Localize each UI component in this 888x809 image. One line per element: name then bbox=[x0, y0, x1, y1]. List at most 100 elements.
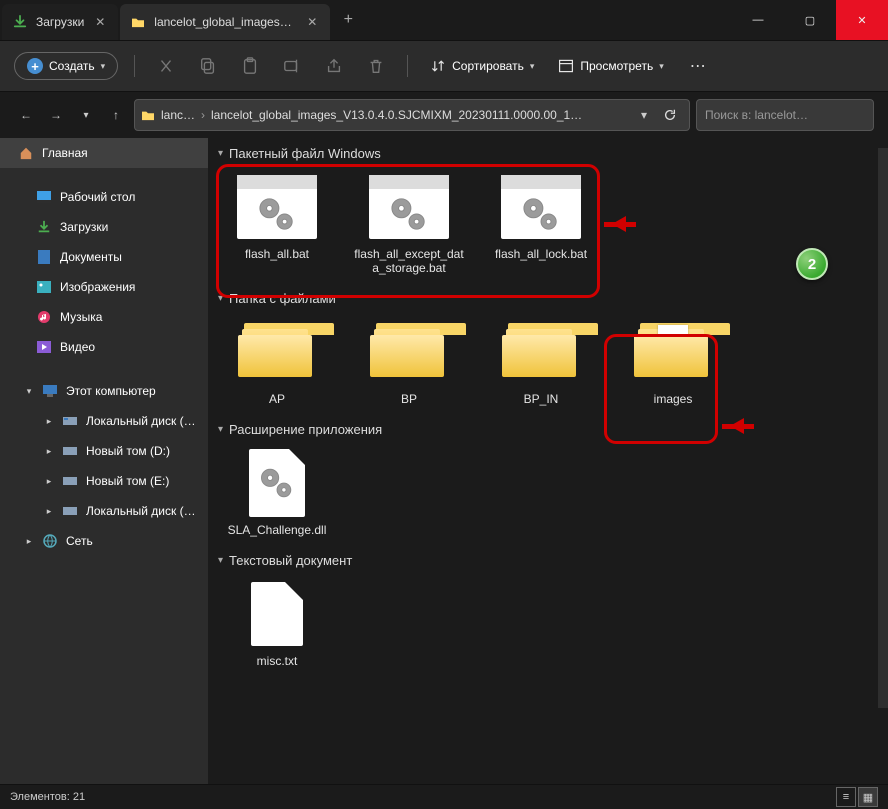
sidebar-item-documents[interactable]: Документы bbox=[0, 242, 208, 272]
sidebar-item-label: Главная bbox=[42, 146, 196, 160]
add-tab-button[interactable]: + bbox=[330, 11, 366, 29]
view-button[interactable]: Просмотреть ▾ bbox=[552, 54, 669, 78]
cut-icon[interactable] bbox=[151, 51, 181, 81]
more-button[interactable]: ⋯ bbox=[682, 52, 714, 80]
view-large-button[interactable]: ▦ bbox=[858, 787, 878, 807]
pc-icon bbox=[42, 383, 58, 399]
sidebar-item-drive-d[interactable]: ▸ Новый том (D:) bbox=[0, 436, 208, 466]
folder-icon bbox=[130, 14, 146, 30]
status-bar: Элементов: 21 ≡ ▦ bbox=[0, 784, 888, 809]
group-grid-txt: misc.txt bbox=[208, 576, 888, 676]
maximize-button[interactable]: ▢ bbox=[784, 0, 836, 40]
paste-icon[interactable] bbox=[235, 51, 265, 81]
chevron-down-icon: ▾ bbox=[659, 61, 664, 72]
file-item-bat[interactable]: flash_all.bat bbox=[216, 169, 338, 283]
sidebar-item-label: Загрузки bbox=[60, 220, 196, 234]
sidebar-item-drive-c[interactable]: ▸ Локальный диск (C:) bbox=[0, 406, 208, 436]
file-item-bat[interactable]: flash_all_lock.bat bbox=[480, 169, 602, 283]
sidebar-item-network[interactable]: ▸ Сеть bbox=[0, 526, 208, 556]
file-name: AP bbox=[269, 392, 285, 406]
create-button[interactable]: + Создать ▾ bbox=[14, 52, 118, 80]
sidebar-item-this-pc[interactable]: ▾ Этот компьютер bbox=[0, 376, 208, 406]
group-header-bat[interactable]: ▾ Пакетный файл Windows bbox=[208, 138, 888, 169]
chevron-down-icon: ▾ bbox=[218, 293, 223, 304]
chevron-down-icon: ▾ bbox=[530, 61, 535, 72]
sidebar-item-home[interactable]: Главная bbox=[0, 138, 208, 168]
file-item-bat[interactable]: flash_all_except_data_storage.bat bbox=[348, 169, 470, 283]
sidebar-item-music[interactable]: Музыка bbox=[0, 302, 208, 332]
annotation-arrow bbox=[604, 216, 650, 232]
sidebar: Главная Рабочий стол Загрузки Документы bbox=[0, 138, 208, 784]
file-item-dll[interactable]: SLA_Challenge.dll bbox=[216, 445, 338, 545]
toolbar: + Создать ▾ Сортировать ▾ Просмотреть ▾ … bbox=[0, 40, 888, 92]
group-header-dll[interactable]: ▾ Расширение приложения bbox=[208, 414, 888, 445]
folder-item-bp[interactable]: BP bbox=[348, 314, 470, 414]
sidebar-item-downloads[interactable]: Загрузки bbox=[0, 212, 208, 242]
close-button[interactable]: ✕ bbox=[836, 0, 888, 40]
chevron-right-icon[interactable]: ▸ bbox=[44, 476, 54, 487]
sidebar-item-label: Локальный диск (C:) bbox=[86, 414, 196, 428]
pictures-icon bbox=[36, 279, 52, 295]
chevron-down-icon[interactable]: ▾ bbox=[74, 103, 98, 127]
delete-icon[interactable] bbox=[361, 51, 391, 81]
file-txt-icon bbox=[251, 582, 303, 646]
file-name: BP bbox=[401, 392, 417, 406]
folder-item-ap[interactable]: AP bbox=[216, 314, 338, 414]
rename-icon[interactable] bbox=[277, 51, 307, 81]
folder-item-bpin[interactable]: BP_IN bbox=[480, 314, 602, 414]
video-icon bbox=[36, 339, 52, 355]
group-header-folder[interactable]: ▾ Папка с файлами bbox=[208, 283, 888, 314]
sidebar-item-drive-e[interactable]: ▸ Новый том (E:) bbox=[0, 466, 208, 496]
sidebar-item-drive-f[interactable]: ▸ Локальный диск (F:) bbox=[0, 496, 208, 526]
annotation-badge: 2 bbox=[796, 248, 828, 280]
group-grid-folder: AP BP BP_IN images bbox=[208, 314, 888, 414]
chevron-down-icon[interactable]: ▾ bbox=[24, 386, 34, 397]
breadcrumb-root[interactable]: lanc… bbox=[155, 108, 201, 122]
search-input[interactable] bbox=[696, 99, 874, 131]
chevron-down-icon: ▾ bbox=[218, 148, 223, 159]
folder-icon bbox=[370, 323, 448, 381]
file-name: BP_IN bbox=[524, 392, 559, 406]
refresh-button[interactable] bbox=[657, 108, 683, 122]
chevron-right-icon[interactable]: ▸ bbox=[44, 416, 54, 427]
sidebar-item-label: Новый том (D:) bbox=[86, 444, 196, 458]
minimize-button[interactable]: — bbox=[732, 0, 784, 40]
sidebar-item-pictures[interactable]: Изображения bbox=[0, 272, 208, 302]
file-name: flash_all_lock.bat bbox=[495, 247, 587, 261]
desktop-icon bbox=[36, 189, 52, 205]
chevron-down-icon: ▾ bbox=[218, 424, 223, 435]
chevron-right-icon[interactable]: ▸ bbox=[24, 536, 34, 547]
status-count: Элементов: 21 bbox=[10, 791, 85, 803]
home-icon bbox=[18, 145, 34, 161]
scrollbar[interactable] bbox=[878, 148, 888, 708]
sidebar-item-label: Рабочий стол bbox=[60, 190, 196, 204]
sidebar-item-video[interactable]: Видео bbox=[0, 332, 208, 362]
copy-icon[interactable] bbox=[193, 51, 223, 81]
share-icon[interactable] bbox=[319, 51, 349, 81]
group-grid-bat: flash_all.bat flash_all_except_data_stor… bbox=[208, 169, 888, 283]
close-icon[interactable]: ✕ bbox=[92, 14, 108, 30]
chevron-right-icon[interactable]: ▸ bbox=[44, 446, 54, 457]
tab-label: Загрузки bbox=[36, 15, 84, 29]
view-label: Просмотреть bbox=[580, 59, 653, 73]
back-button[interactable]: ← bbox=[14, 103, 38, 127]
folder-item-images[interactable]: images bbox=[612, 314, 734, 414]
tab-downloads[interactable]: Загрузки ✕ bbox=[2, 4, 118, 40]
group-header-txt[interactable]: ▾ Текстовый документ bbox=[208, 545, 888, 576]
chevron-right-icon[interactable]: ▸ bbox=[44, 506, 54, 517]
sidebar-item-desktop[interactable]: Рабочий стол bbox=[0, 182, 208, 212]
file-item-txt[interactable]: misc.txt bbox=[216, 576, 338, 676]
chevron-down-icon[interactable]: ▾ bbox=[631, 108, 657, 122]
view-details-button[interactable]: ≡ bbox=[836, 787, 856, 807]
close-icon[interactable]: ✕ bbox=[304, 14, 320, 30]
gear-icon bbox=[501, 189, 581, 239]
network-icon bbox=[42, 533, 58, 549]
tab-active-folder[interactable]: lancelot_global_images_V13.0 ✕ bbox=[120, 4, 330, 40]
address-bar[interactable]: lanc… › lancelot_global_images_V13.0.4.0… bbox=[134, 99, 690, 131]
drive-icon bbox=[62, 443, 78, 459]
forward-button[interactable]: → bbox=[44, 103, 68, 127]
breadcrumb-path[interactable]: lancelot_global_images_V13.0.4.0.SJCMIXM… bbox=[205, 108, 631, 122]
up-button[interactable]: ↑ bbox=[104, 103, 128, 127]
sort-button[interactable]: Сортировать ▾ bbox=[424, 54, 540, 78]
file-name: flash_all.bat bbox=[245, 247, 309, 261]
